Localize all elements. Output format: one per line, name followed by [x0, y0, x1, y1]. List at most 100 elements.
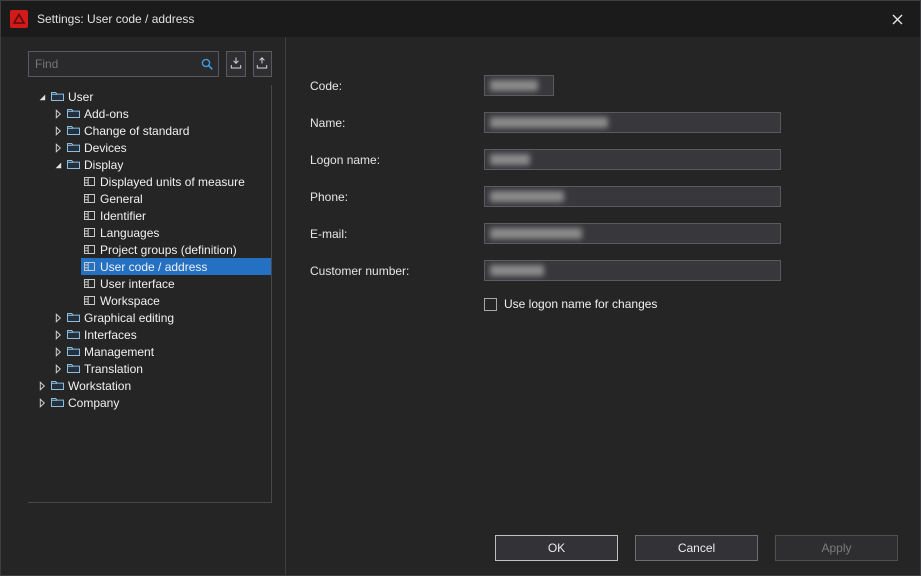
- tree-item-label: Add-ons: [84, 107, 129, 121]
- name-input[interactable]: [484, 112, 781, 133]
- search-icon[interactable]: [196, 57, 218, 72]
- folder-icon: [49, 396, 66, 409]
- folder-icon: [65, 141, 82, 154]
- dialog-footer: OK Cancel Apply: [495, 535, 898, 561]
- tree-item-workspace[interactable]: Workspace: [28, 292, 271, 309]
- tree-item-management[interactable]: Management: [28, 343, 271, 360]
- tree-item-project-groups-definition[interactable]: Project groups (definition): [28, 241, 271, 258]
- tree-item-displayed-units-of-measure[interactable]: Displayed units of measure: [28, 173, 271, 190]
- collapse-arrow-icon[interactable]: [34, 89, 49, 104]
- tree-item-label: Change of standard: [84, 124, 189, 138]
- tree-item-user[interactable]: User: [28, 88, 271, 105]
- tree-item-graphical-editing[interactable]: Graphical editing: [28, 309, 271, 326]
- redacted-value: [490, 80, 538, 91]
- expander-spacer: [66, 276, 81, 291]
- expand-arrow-icon[interactable]: [34, 378, 49, 393]
- tree-item-label: Devices: [84, 141, 127, 155]
- tree-item-label: Graphical editing: [84, 311, 174, 325]
- logon-name-input[interactable]: [484, 149, 781, 170]
- tree-item-user-code-address[interactable]: User code / address: [28, 258, 271, 275]
- e-mail-label: E-mail:: [310, 227, 484, 241]
- form-fields: Code:Name:Logon name:Phone:E-mail:Custom…: [310, 75, 898, 281]
- tree-item-company[interactable]: Company: [28, 394, 271, 411]
- tree-item-workstation[interactable]: Workstation: [28, 377, 271, 394]
- redacted-value: [490, 154, 530, 165]
- tree-item-content: Languages: [81, 224, 271, 241]
- tree-item-content: Project groups (definition): [81, 241, 271, 258]
- tree-item-content: Interfaces: [65, 326, 271, 343]
- form-field-row: Customer number:: [310, 260, 898, 281]
- tree-item-general[interactable]: General: [28, 190, 271, 207]
- expand-arrow-icon[interactable]: [50, 327, 65, 342]
- tree-item-content: Company: [49, 394, 271, 411]
- expander-spacer: [66, 225, 81, 240]
- redacted-value: [490, 191, 564, 202]
- apply-button[interactable]: Apply: [775, 535, 898, 561]
- use-logon-checkbox[interactable]: [484, 298, 497, 311]
- left-panel: UserAdd-onsChange of standardDevicesDisp…: [1, 37, 286, 575]
- import-settings-button[interactable]: [226, 51, 246, 77]
- ok-button[interactable]: OK: [495, 535, 618, 561]
- tree-item-content: Graphical editing: [65, 309, 271, 326]
- tree-item-content: User interface: [81, 275, 271, 292]
- expand-arrow-icon[interactable]: [50, 123, 65, 138]
- tree-item-identifier[interactable]: Identifier: [28, 207, 271, 224]
- expand-arrow-icon[interactable]: [50, 310, 65, 325]
- use-logon-checkbox-label[interactable]: Use logon name for changes: [504, 297, 657, 311]
- search-input[interactable]: [29, 57, 196, 71]
- settings-tree: UserAdd-onsChange of standardDevicesDisp…: [28, 85, 272, 503]
- tree-item-label: Workstation: [68, 379, 131, 393]
- folder-icon: [65, 345, 82, 358]
- tree-item-content: Management: [65, 343, 271, 360]
- redacted-value: [490, 265, 544, 276]
- tree-item-label: Workspace: [100, 294, 160, 308]
- folder-icon: [65, 124, 82, 137]
- close-button[interactable]: [875, 1, 920, 37]
- search-row: [28, 51, 272, 77]
- expander-spacer: [66, 242, 81, 257]
- folder-icon: [49, 90, 66, 103]
- tree-item-translation[interactable]: Translation: [28, 360, 271, 377]
- collapse-arrow-icon[interactable]: [50, 157, 65, 172]
- tree-item-label: General: [100, 192, 143, 206]
- expand-arrow-icon[interactable]: [50, 361, 65, 376]
- tree-item-content: Displayed units of measure: [81, 173, 271, 190]
- tree-item-interfaces[interactable]: Interfaces: [28, 326, 271, 343]
- tree-item-label: Company: [68, 396, 119, 410]
- expand-arrow-icon[interactable]: [50, 140, 65, 155]
- export-settings-button[interactable]: [253, 51, 273, 77]
- titlebar: Settings: User code / address: [1, 1, 920, 37]
- phone-input[interactable]: [484, 186, 781, 207]
- folder-icon: [65, 362, 82, 375]
- customer-number-input[interactable]: [484, 260, 781, 281]
- settings-page-icon: [81, 260, 98, 273]
- tree-item-languages[interactable]: Languages: [28, 224, 271, 241]
- tree-item-devices[interactable]: Devices: [28, 139, 271, 156]
- tree-item-label: User interface: [100, 277, 175, 291]
- expand-arrow-icon[interactable]: [50, 106, 65, 121]
- form-field-row: Code:: [310, 75, 898, 96]
- tree-item-user-interface[interactable]: User interface: [28, 275, 271, 292]
- tree-item-label: Management: [84, 345, 154, 359]
- folder-icon: [65, 328, 82, 341]
- form-field-row: Phone:: [310, 186, 898, 207]
- settings-page-icon: [81, 175, 98, 188]
- form-panel: Code:Name:Logon name:Phone:E-mail:Custom…: [286, 37, 920, 575]
- settings-page-icon: [81, 209, 98, 222]
- e-mail-input[interactable]: [484, 223, 781, 244]
- form-field-row: Logon name:: [310, 149, 898, 170]
- tree-item-add-ons[interactable]: Add-ons: [28, 105, 271, 122]
- search-box: [28, 51, 219, 77]
- tree-item-display[interactable]: Display: [28, 156, 271, 173]
- tree-item-label: Languages: [100, 226, 159, 240]
- redacted-value: [490, 117, 608, 128]
- folder-icon: [65, 107, 82, 120]
- expander-spacer: [66, 174, 81, 189]
- code-input[interactable]: [484, 75, 554, 96]
- expand-arrow-icon[interactable]: [50, 344, 65, 359]
- tree-item-label: Translation: [84, 362, 143, 376]
- tree-item-change-of-standard[interactable]: Change of standard: [28, 122, 271, 139]
- cancel-button[interactable]: Cancel: [635, 535, 758, 561]
- expand-arrow-icon[interactable]: [34, 395, 49, 410]
- form-field-row: E-mail:: [310, 223, 898, 244]
